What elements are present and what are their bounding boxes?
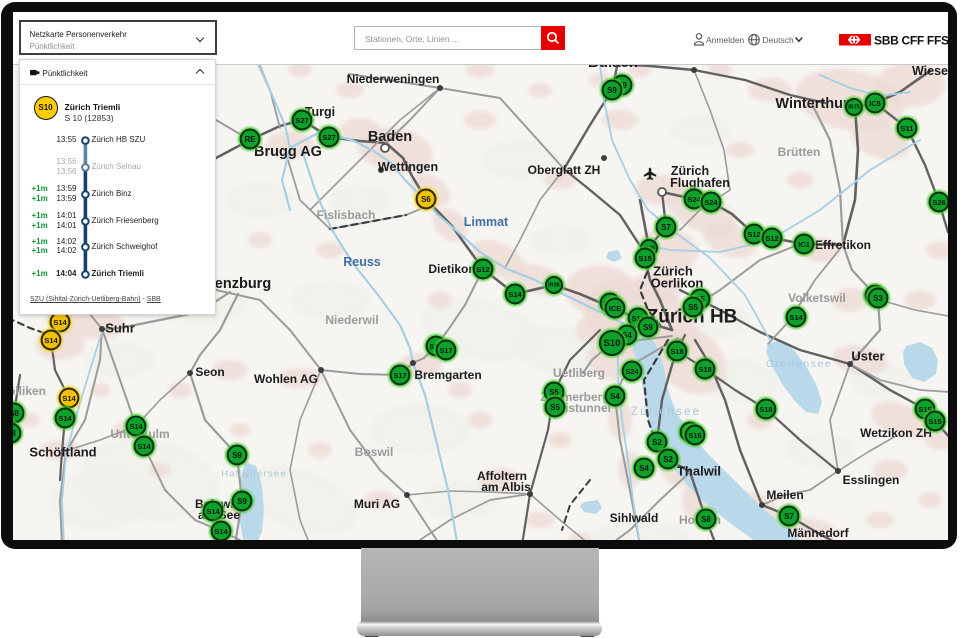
svg-text:S24: S24 xyxy=(704,198,718,207)
svg-text:S10: S10 xyxy=(604,338,621,349)
svg-text:Sihlwald: Sihlwald xyxy=(610,511,659,525)
svg-text:Seon: Seon xyxy=(195,365,224,379)
svg-text:S5: S5 xyxy=(550,403,560,412)
svg-text:Brugg AG: Brugg AG xyxy=(254,144,322,160)
svg-text:Volketswil: Volketswil xyxy=(788,291,846,305)
svg-text:S15: S15 xyxy=(928,417,941,426)
svg-text:S24: S24 xyxy=(625,367,639,376)
svg-text:Dietikon: Dietikon xyxy=(428,262,475,276)
svg-text:S8: S8 xyxy=(13,409,19,418)
svg-text:Männedorf: Männedorf xyxy=(787,526,849,540)
svg-text:S14: S14 xyxy=(129,422,143,431)
svg-text:Reuss: Reuss xyxy=(343,255,381,269)
svg-text:S18: S18 xyxy=(670,347,683,356)
svg-text:Oberglatt ZH: Oberglatt ZH xyxy=(528,163,601,177)
svg-text:S18: S18 xyxy=(759,405,772,414)
svg-text:S12: S12 xyxy=(476,265,489,274)
svg-text:Wetzikon ZH: Wetzikon ZH xyxy=(860,426,932,440)
svg-text:IR35: IR35 xyxy=(548,282,560,288)
svg-text:Suhr: Suhr xyxy=(105,321,135,336)
svg-text:S9: S9 xyxy=(237,497,247,506)
svg-text:Brütten: Brütten xyxy=(778,145,821,159)
svg-text:RE: RE xyxy=(244,135,256,144)
svg-text:S27: S27 xyxy=(322,133,335,142)
svg-text:ölliken: ölliken xyxy=(13,384,46,398)
svg-text:Thalwil: Thalwil xyxy=(677,464,721,479)
svg-text:Uster: Uster xyxy=(851,349,884,364)
svg-text:S8: S8 xyxy=(701,515,711,524)
svg-text:S4: S4 xyxy=(639,464,649,473)
svg-text:S14: S14 xyxy=(58,414,72,423)
svg-text:S9: S9 xyxy=(643,323,653,332)
svg-text:S11: S11 xyxy=(901,124,914,133)
svg-text:S14: S14 xyxy=(206,507,220,516)
svg-text:S15: S15 xyxy=(638,254,651,263)
svg-text:S27: S27 xyxy=(295,116,308,125)
svg-text:S17: S17 xyxy=(439,346,452,355)
svg-text:S14: S14 xyxy=(508,290,522,299)
svg-text:Greifensee: Greifensee xyxy=(766,358,832,370)
svg-text:S6: S6 xyxy=(421,195,431,204)
svg-text:Wohlen AG: Wohlen AG xyxy=(254,372,318,386)
svg-text:Effretikon: Effretikon xyxy=(815,238,871,252)
svg-text:S3: S3 xyxy=(873,294,883,303)
svg-text:ICE: ICE xyxy=(609,304,622,313)
svg-text:S12: S12 xyxy=(765,234,778,243)
svg-text:Esslingen: Esslingen xyxy=(843,473,900,487)
svg-text:IC1: IC1 xyxy=(798,240,810,249)
svg-text:Winterthur: Winterthur xyxy=(775,96,849,112)
svg-text:S14: S14 xyxy=(53,318,67,327)
svg-text:S5: S5 xyxy=(688,303,698,312)
svg-text:S14: S14 xyxy=(789,313,803,322)
svg-text:Niederwil: Niederwil xyxy=(325,313,378,327)
svg-text:Schöftland: Schöftland xyxy=(29,445,96,460)
svg-text:S4: S4 xyxy=(610,392,620,401)
svg-text:S14: S14 xyxy=(44,336,58,345)
svg-text:Wettingen: Wettingen xyxy=(378,160,438,174)
svg-text:S9: S9 xyxy=(232,451,242,460)
svg-text:S7: S7 xyxy=(661,223,671,232)
svg-text:Limmat: Limmat xyxy=(464,215,509,229)
svg-text:Boswil: Boswil xyxy=(355,445,394,459)
svg-text:Bremgarten: Bremgarten xyxy=(414,368,481,382)
svg-text:S14: S14 xyxy=(137,442,151,451)
svg-text:S9: S9 xyxy=(607,86,617,95)
svg-text:Hallwilersee: Hallwilersee xyxy=(221,469,287,480)
svg-text:S14: S14 xyxy=(214,527,228,536)
svg-text:Niederweningen: Niederweningen xyxy=(347,72,440,86)
svg-text:IR75: IR75 xyxy=(848,104,860,110)
svg-text:Muri AG: Muri AG xyxy=(354,497,400,511)
svg-text:S2: S2 xyxy=(652,438,662,447)
svg-text:S12: S12 xyxy=(747,230,760,239)
svg-text:Wiese: Wiese xyxy=(912,64,948,78)
svg-text:S17: S17 xyxy=(393,371,406,380)
svg-text:S2: S2 xyxy=(663,455,673,464)
svg-text:S14: S14 xyxy=(62,394,76,403)
svg-text:Fislisbach: Fislisbach xyxy=(317,208,376,222)
svg-text:am Albis: am Albis xyxy=(481,480,531,494)
svg-text:S26: S26 xyxy=(932,198,945,207)
svg-text:Uetliberg: Uetliberg xyxy=(553,366,605,380)
svg-text:S7: S7 xyxy=(784,512,794,521)
svg-text:Meilen: Meilen xyxy=(766,488,803,502)
svg-text:IC5: IC5 xyxy=(869,99,881,108)
svg-text:S16: S16 xyxy=(688,431,701,440)
svg-text:S18: S18 xyxy=(698,365,711,374)
svg-text:Baden: Baden xyxy=(368,129,412,145)
svg-text:enzburg: enzburg xyxy=(215,276,271,292)
svg-text:Zürichsee: Zürichsee xyxy=(631,406,701,418)
